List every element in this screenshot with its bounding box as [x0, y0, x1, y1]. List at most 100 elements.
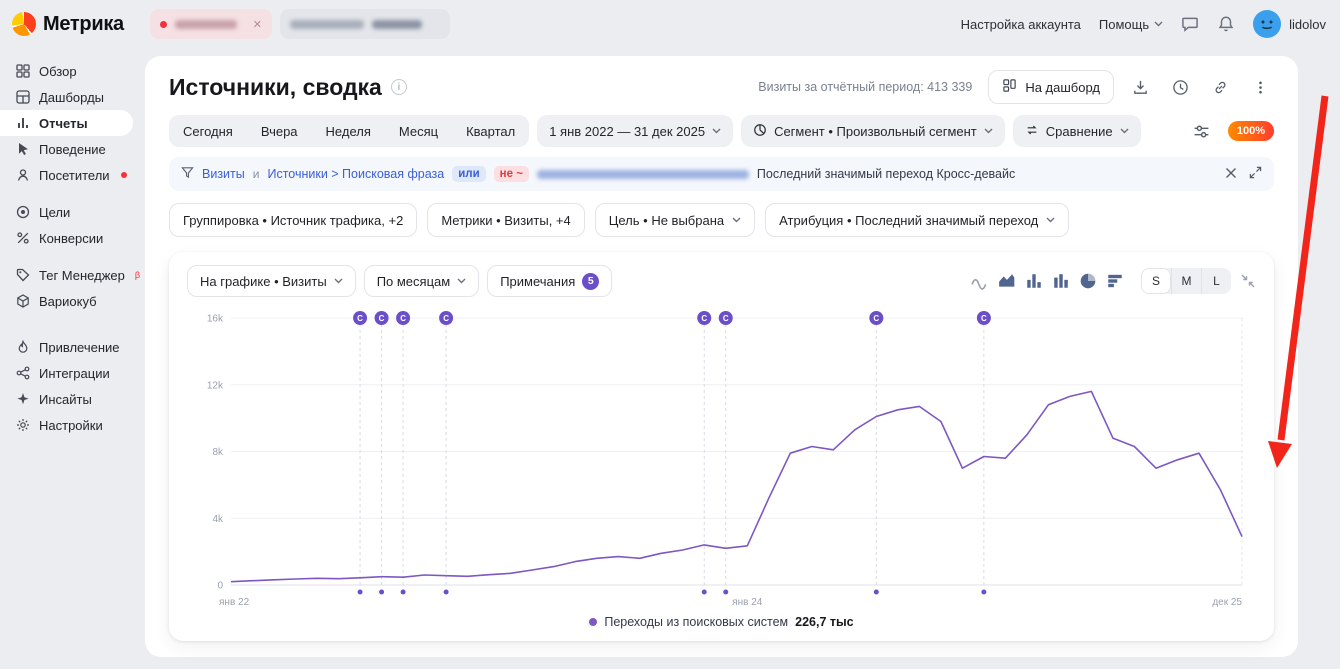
sidebar-item-label: Интеграции [39, 366, 110, 381]
sidebar-item-label: Вариокуб [39, 294, 97, 309]
sidebar-item-label: Конверсии [39, 231, 103, 246]
chevron-down-icon [1120, 128, 1129, 134]
history-clock-icon[interactable] [1166, 73, 1194, 101]
sidebar-item-visitors[interactable]: Посетители [0, 162, 145, 188]
date-range-value: 1 янв 2022 — 31 дек 2025 [549, 124, 705, 139]
expand-icon[interactable] [1249, 166, 1262, 182]
report-params-row: Группировка • Источник трафика, +2 Метри… [169, 203, 1274, 237]
share-nodes-icon [16, 366, 30, 380]
size-large-button[interactable]: L [1201, 268, 1231, 294]
metrica-logo[interactable]: Метрика [12, 12, 140, 36]
size-medium-button[interactable]: M [1171, 268, 1201, 294]
title-row: Источники, сводка i Визиты за отчётный п… [169, 70, 1274, 104]
traffic-line-chart[interactable]: 04k8k12k16kянв 22янв 24дек 25CCCCCCCC [187, 303, 1256, 613]
sampling-accuracy-badge[interactable]: 100% [1228, 121, 1274, 141]
period-yesterday[interactable]: Вчера [247, 115, 312, 147]
sidebar-item-goals[interactable]: Цели [0, 199, 145, 225]
download-icon[interactable] [1126, 73, 1154, 101]
info-icon[interactable]: i [391, 79, 407, 95]
operator-and: и [253, 167, 260, 181]
comparison-value: Сравнение [1046, 124, 1113, 139]
svg-text:0: 0 [217, 581, 223, 592]
to-dashboard-button[interactable]: На дашборд [988, 70, 1114, 104]
area-chart-icon[interactable] [998, 272, 1016, 290]
size-small-button[interactable]: S [1141, 268, 1171, 294]
funnel-icon [181, 166, 194, 182]
page-title: Источники, сводка [169, 74, 382, 101]
counter-tab-1[interactable]: ✕ [150, 9, 272, 39]
svg-text:C: C [443, 314, 449, 323]
comparison-dropdown[interactable]: Сравнение [1013, 115, 1141, 147]
dashboard-icon [16, 90, 30, 104]
period-today[interactable]: Сегодня [169, 115, 247, 147]
sidebar-item-overview[interactable]: Обзор [0, 58, 145, 84]
operator-or-chip: или [452, 166, 485, 182]
sidebar-item-insights[interactable]: Инсайты [0, 386, 145, 412]
grouping-button[interactable]: Группировка • Источник трафика, +2 [169, 203, 417, 237]
notes-button[interactable]: Примечания 5 [487, 265, 612, 297]
redacted-counter-name [290, 20, 364, 29]
clear-filter-icon[interactable] [1225, 167, 1237, 182]
counter-status-dot [160, 21, 167, 28]
legend-label: Переходы из поисковых систем [604, 615, 788, 629]
get-link-icon[interactable] [1206, 73, 1234, 101]
sidebar-item-variocube[interactable]: Вариокуб [0, 288, 145, 314]
sidebar-item-attraction[interactable]: Привлечение [0, 334, 145, 360]
sliders-icon[interactable] [1188, 117, 1216, 145]
chevron-down-icon [984, 128, 993, 134]
svg-text:C: C [357, 314, 363, 323]
granularity-label: По месяцам [377, 274, 451, 289]
metrics-button[interactable]: Метрики • Визиты, +4 [427, 203, 584, 237]
segment-dropdown[interactable]: Сегмент • Произвольный сегмент [741, 115, 1005, 147]
help-menu[interactable]: Помощь [1099, 17, 1163, 32]
sidebar-item-reports[interactable]: Отчеты [0, 110, 133, 136]
collapse-icon[interactable] [1240, 273, 1256, 289]
chevron-down-icon [334, 278, 343, 284]
close-icon[interactable]: ✕ [253, 18, 262, 31]
granularity-dropdown[interactable]: По месяцам [364, 265, 480, 297]
goal-dropdown[interactable]: Цель • Не выбрана [595, 203, 755, 237]
sidebar-item-dashboards[interactable]: Дашборды [0, 84, 145, 110]
more-menu-icon[interactable] [1246, 73, 1274, 101]
chart-view-options: S M L [971, 268, 1256, 294]
bar-chart-horizontal-icon[interactable] [1106, 272, 1124, 290]
segmentation-bar: Визиты и Источники > Поисковая фраза или… [169, 157, 1274, 191]
stacked-column-chart-icon[interactable] [1052, 272, 1070, 290]
help-label: Помощь [1099, 17, 1149, 32]
date-range-dropdown[interactable]: 1 янв 2022 — 31 дек 2025 [537, 115, 733, 147]
sidebar-item-behavior[interactable]: Поведение [0, 136, 145, 162]
attribution-dropdown[interactable]: Атрибуция • Последний значимый переход [765, 203, 1069, 237]
sidebar-item-conversions[interactable]: Конверсии [0, 225, 145, 251]
filter-attribution-text: Последний значимый переход Кросс-девайс [757, 167, 1015, 181]
chat-icon[interactable] [1181, 15, 1199, 33]
dashboard-widget-icon [1002, 78, 1017, 96]
account-settings-link[interactable]: Настройка аккаунта [961, 17, 1081, 32]
sidebar-item-label: Цели [39, 205, 70, 220]
sidebar-item-settings[interactable]: Настройки [0, 412, 145, 438]
notifications-bell-icon[interactable] [1217, 15, 1235, 33]
sidebar-item-label: Посетители [39, 168, 110, 183]
on-chart-metric-dropdown[interactable]: На графике • Визиты [187, 265, 356, 297]
filter-dimension-link[interactable]: Источники > Поисковая фраза [267, 167, 444, 181]
segment-pie-icon [753, 123, 767, 140]
counter-tab-2[interactable] [280, 9, 450, 39]
svg-text:8k: 8k [212, 447, 224, 458]
smooth-line-chart-icon[interactable] [971, 272, 989, 290]
topbar: Метрика ✕ Настройка аккаунта Помощь [0, 0, 1340, 48]
filter-metric-link[interactable]: Визиты [202, 167, 245, 181]
sidebar-item-label: Тег Менеджер [39, 268, 125, 283]
period-week[interactable]: Неделя [312, 115, 385, 147]
period-quarter[interactable]: Квартал [452, 115, 529, 147]
sidebar-item-integrations[interactable]: Интеграции [0, 360, 145, 386]
pie-chart-icon[interactable] [1079, 272, 1097, 290]
filters-right: 100% [1188, 117, 1274, 145]
user-menu[interactable]: lidolov [1253, 10, 1326, 38]
segment-value: Сегмент • Произвольный сегмент [774, 124, 977, 139]
operator-not-chip: не ~ [494, 166, 529, 182]
chart-legend[interactable]: Переходы из поисковых систем 226,7 тыс [187, 613, 1256, 633]
chart-size-selector: S M L [1141, 268, 1231, 294]
column-chart-icon[interactable] [1025, 272, 1043, 290]
sidebar-item-tag-manager[interactable]: Тег Менеджер β [0, 262, 145, 288]
period-month[interactable]: Месяц [385, 115, 452, 147]
comparison-icon [1025, 123, 1039, 140]
